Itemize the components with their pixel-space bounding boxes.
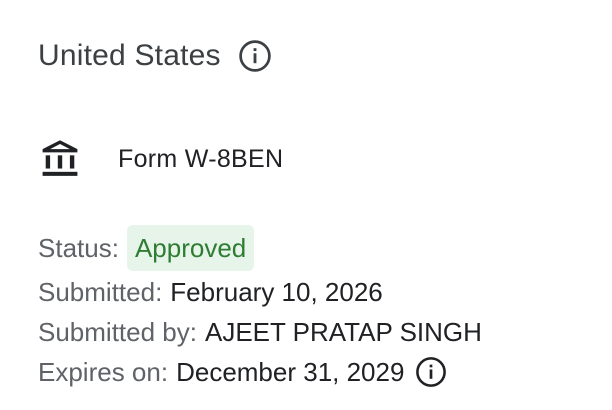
section-title: United States xyxy=(38,39,221,72)
submitted-row: Submitted: February 10, 2026 xyxy=(38,272,482,312)
expires-date: December 31, 2029 xyxy=(176,356,405,387)
form-row: Form W-8BEN xyxy=(38,136,283,182)
bank-icon xyxy=(38,137,82,181)
info-icon[interactable] xyxy=(237,38,273,74)
submitted-by-name: AJEET PRATAP SINGH xyxy=(204,316,482,347)
expires-label: Expires on: xyxy=(38,356,169,387)
expires-row: Expires on: December 31, 2029 xyxy=(38,352,482,392)
status-label: Status: xyxy=(38,232,119,263)
submitted-date: February 10, 2026 xyxy=(170,276,383,307)
info-icon[interactable] xyxy=(414,355,448,389)
submitted-by-label: Submitted by: xyxy=(38,316,197,347)
form-name: Form W-8BEN xyxy=(118,144,284,173)
submitted-by-row: Submitted by: AJEET PRATAP SINGH xyxy=(38,312,482,352)
form-details: Status: Approved Submitted: February 10,… xyxy=(38,224,482,392)
status-badge: Approved xyxy=(126,225,255,271)
status-row: Status: Approved xyxy=(38,224,482,272)
submitted-label: Submitted: xyxy=(38,276,163,307)
section-header: United States xyxy=(38,34,273,78)
